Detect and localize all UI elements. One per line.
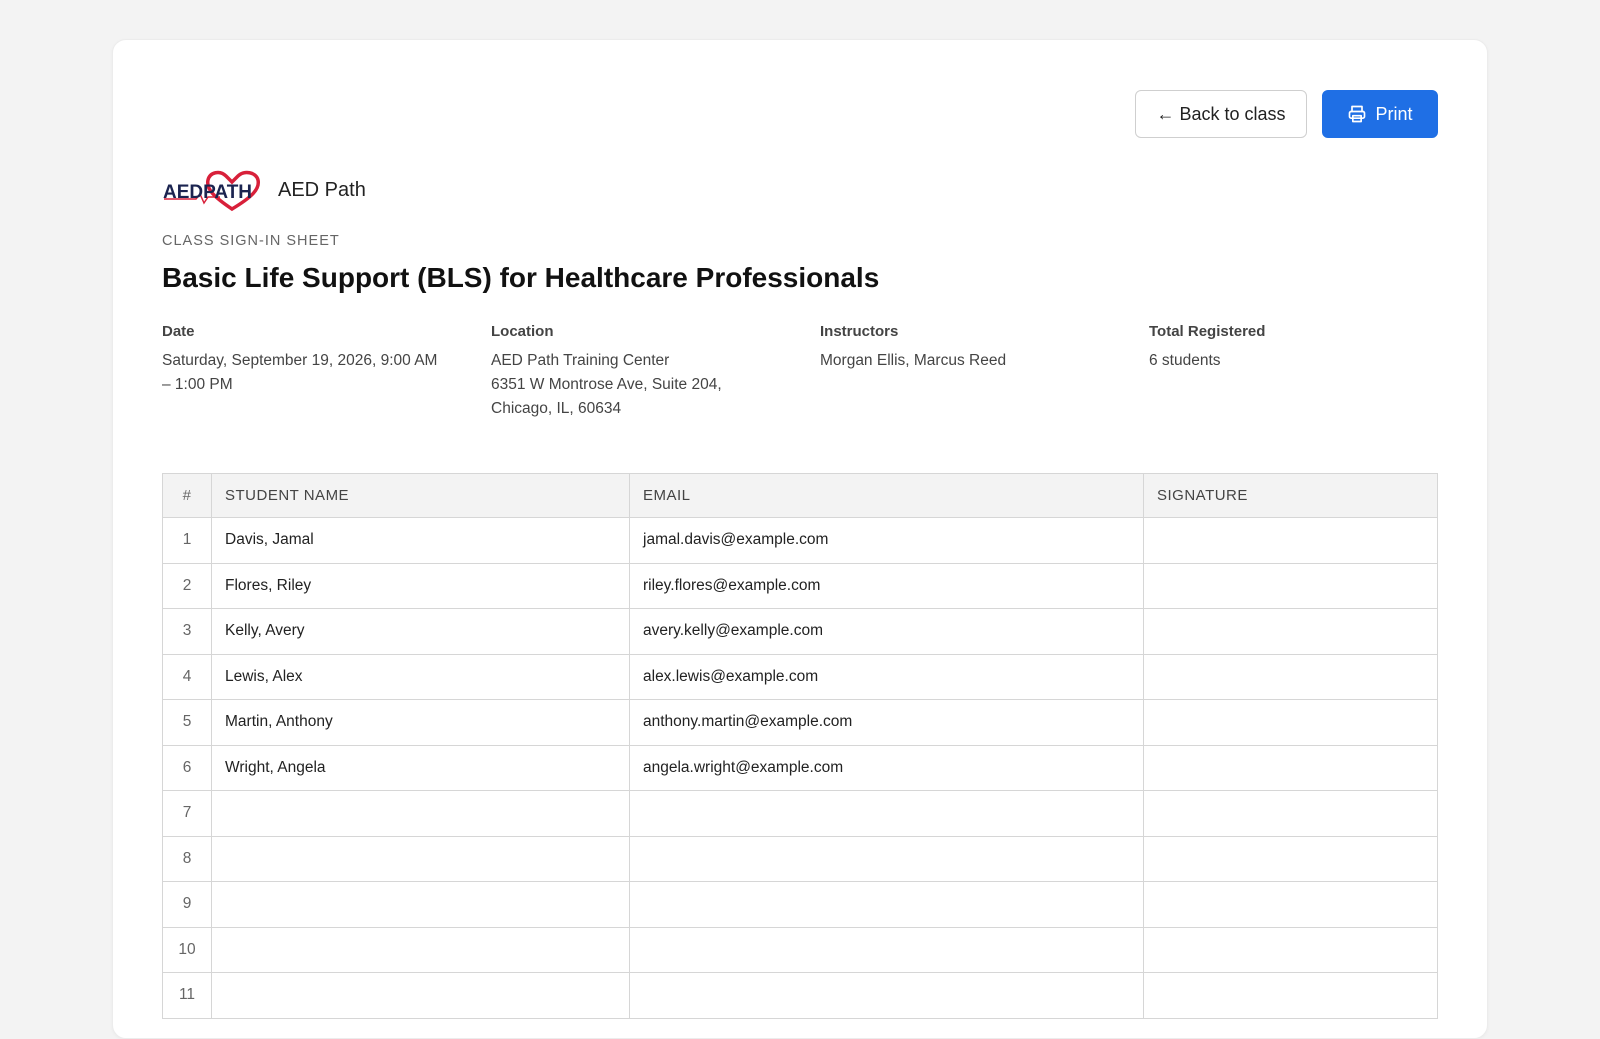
class-meta: Date Saturday, September 19, 2026, 9:00 … — [162, 323, 1449, 421]
table-row: 9 — [162, 881, 1438, 928]
back-to-class-button[interactable]: ← Back to class — [1135, 90, 1307, 138]
row-number: 8 — [162, 835, 212, 882]
date-value: Saturday, September 19, 2026, 9:00 AM – … — [162, 352, 438, 393]
student-name-cell — [211, 790, 630, 837]
student-name-cell — [211, 881, 630, 928]
table-row: 3 Kelly, Avery avery.kelly@example.com — [162, 608, 1438, 655]
meta-total-registered: Total Registered 6 students — [1149, 323, 1449, 421]
print-button-label: Print — [1375, 103, 1413, 124]
instructors-label: Instructors — [820, 323, 899, 340]
student-name-cell: Davis, Jamal — [211, 517, 630, 564]
signature-cell[interactable] — [1143, 881, 1438, 928]
signature-cell[interactable] — [1143, 699, 1438, 746]
student-name-cell: Kelly, Avery — [211, 608, 630, 655]
row-number: 10 — [162, 926, 212, 973]
email-cell: alex.lewis@example.com — [629, 653, 1144, 700]
header-signature: SIGNATURE — [1143, 473, 1438, 518]
toolbar: ← Back to class Print — [1135, 90, 1438, 138]
student-name-cell — [211, 926, 630, 973]
back-button-label: ← Back to class — [1156, 103, 1286, 124]
student-name-cell: Martin, Anthony — [211, 699, 630, 746]
row-number: 2 — [162, 562, 212, 609]
printer-icon — [1349, 105, 1366, 123]
signature-cell[interactable] — [1143, 608, 1438, 655]
row-number: 9 — [162, 881, 212, 928]
header-student-name: STUDENT NAME — [211, 473, 630, 518]
meta-date: Date Saturday, September 19, 2026, 9:00 … — [162, 323, 491, 421]
signature-cell[interactable] — [1143, 517, 1438, 564]
table-row: 5 Martin, Anthony anthony.martin@example.c… — [162, 699, 1438, 746]
instructors-value: Morgan Ellis, Marcus Reed — [820, 352, 1007, 369]
student-name-cell: Flores, Riley — [211, 562, 630, 609]
student-name-cell: Lewis, Alex — [211, 653, 630, 700]
location-value: AED Path Training Center 6351 W Montrose… — [491, 352, 722, 417]
table-row: 8 — [162, 835, 1438, 882]
table-row: 4 Lewis, Alex alex.lewis@example.com — [162, 653, 1438, 700]
signature-cell[interactable] — [1143, 835, 1438, 882]
signature-cell[interactable] — [1143, 790, 1438, 837]
brand-name: AED Path — [278, 178, 366, 201]
aed-path-logo: AEDPATH — [162, 167, 264, 213]
table-row: 6 Wright, Angela angela.wright@example.com — [162, 744, 1438, 791]
header-email: EMAIL — [629, 473, 1144, 518]
table-row: 1 Davis, Jamal jamal.davis@example.com — [162, 517, 1438, 564]
signature-cell[interactable] — [1143, 653, 1438, 700]
email-cell: avery.kelly@example.com — [629, 608, 1144, 655]
table-row: 2 Flores, Riley riley.flores@example.com — [162, 562, 1438, 609]
signature-cell[interactable] — [1143, 926, 1438, 973]
email-cell: riley.flores@example.com — [629, 562, 1144, 609]
student-name-cell — [211, 835, 630, 882]
email-cell: anthony.martin@example.com — [629, 699, 1144, 746]
row-number: 4 — [162, 653, 212, 700]
meta-location: Location AED Path Training Center 6351 W… — [491, 323, 820, 421]
print-button[interactable]: Print — [1322, 90, 1438, 138]
email-cell — [629, 881, 1144, 928]
sign-in-sheet-card: ← Back to class Print AEDPATH AED Path C… — [112, 39, 1488, 1039]
email-cell — [629, 972, 1144, 1019]
table-row: 7 — [162, 790, 1438, 837]
row-number: 7 — [162, 790, 212, 837]
row-number: 6 — [162, 744, 212, 791]
total-registered-label: Total Registered — [1149, 323, 1266, 340]
meta-instructors: Instructors Morgan Ellis, Marcus Reed — [820, 323, 1149, 421]
row-number: 11 — [162, 972, 212, 1019]
email-cell — [629, 790, 1144, 837]
email-cell — [629, 835, 1144, 882]
row-number: 1 — [162, 517, 212, 564]
brand: AEDPATH AED Path — [162, 167, 366, 213]
table-row: 10 — [162, 926, 1438, 973]
row-number: 3 — [162, 608, 212, 655]
total-registered-value: 6 students — [1149, 352, 1221, 369]
email-cell: jamal.davis@example.com — [629, 517, 1144, 564]
logo-text: AEDPATH — [163, 182, 252, 203]
signature-cell[interactable] — [1143, 562, 1438, 609]
sheet-eyebrow: CLASS SIGN-IN SHEET — [162, 233, 340, 249]
table-header-row: # STUDENT NAME EMAIL SIGNATURE — [162, 473, 1438, 518]
date-label: Date — [162, 323, 195, 340]
table-row: 11 — [162, 972, 1438, 1019]
sign-in-table: # STUDENT NAME EMAIL SIGNATURE 1 Davis, J… — [162, 473, 1438, 1019]
email-cell — [629, 926, 1144, 973]
student-name-cell — [211, 972, 630, 1019]
class-title: Basic Life Support (BLS) for Healthcare … — [162, 262, 880, 293]
row-number: 5 — [162, 699, 212, 746]
location-label: Location — [491, 323, 554, 340]
header-number: # — [162, 473, 212, 518]
student-name-cell: Wright, Angela — [211, 744, 630, 791]
signature-cell[interactable] — [1143, 744, 1438, 791]
signature-cell[interactable] — [1143, 972, 1438, 1019]
email-cell: angela.wright@example.com — [629, 744, 1144, 791]
